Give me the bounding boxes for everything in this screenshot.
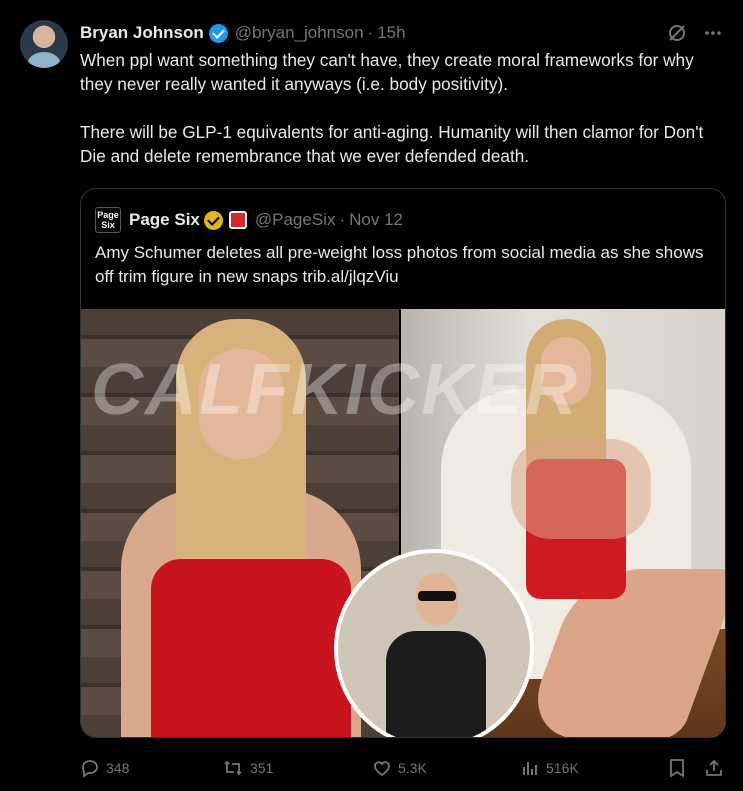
avatar-text-1: Page bbox=[97, 210, 119, 220]
action-bar: 348 351 5.3K 516K bbox=[80, 756, 726, 780]
avatar-text-2: Six bbox=[101, 220, 115, 230]
figure-right-arms bbox=[511, 439, 651, 539]
views-count: 516K bbox=[546, 760, 579, 776]
bookmark-button[interactable] bbox=[668, 756, 686, 780]
share-button[interactable] bbox=[704, 756, 724, 780]
bookmark-icon bbox=[668, 758, 686, 778]
views-button[interactable]: 516K bbox=[520, 756, 579, 780]
repost-count: 351 bbox=[250, 760, 274, 776]
quoted-time[interactable]: Nov 12 bbox=[349, 210, 403, 230]
tweet-time[interactable]: 15h bbox=[377, 23, 405, 43]
share-icon bbox=[704, 758, 724, 778]
figure-left-dress bbox=[151, 559, 351, 737]
reply-count: 348 bbox=[106, 760, 130, 776]
verified-badge-icon bbox=[208, 23, 228, 43]
quoted-media-image[interactable]: CALFKICKER bbox=[81, 309, 725, 737]
reply-icon bbox=[80, 758, 100, 778]
watermark: CALFKICKER bbox=[91, 350, 579, 430]
reply-button[interactable]: 348 bbox=[80, 756, 129, 780]
more-options-icon[interactable] bbox=[703, 23, 723, 43]
like-button[interactable]: 5.3K bbox=[372, 756, 427, 780]
tweet-paragraph-1: When ppl want something they can't have,… bbox=[80, 50, 694, 94]
separator: · bbox=[339, 210, 346, 229]
inset-sunglasses bbox=[418, 591, 456, 601]
affiliate-badge-icon bbox=[228, 211, 247, 229]
separator: · bbox=[367, 23, 374, 42]
page-six-avatar[interactable]: Page Six bbox=[95, 207, 121, 233]
tweet-header: Bryan Johnson @bryan_johnson · 15h bbox=[80, 22, 723, 44]
views-icon bbox=[520, 758, 540, 778]
author-name[interactable]: Bryan Johnson bbox=[80, 23, 204, 43]
quoted-tweet-header: Page Six Page Six @PageSix · Nov 12 bbox=[95, 207, 403, 233]
grok-icon[interactable] bbox=[667, 23, 687, 43]
inset-corset bbox=[386, 631, 486, 737]
repost-icon bbox=[222, 758, 244, 778]
author-avatar[interactable] bbox=[20, 20, 68, 68]
quoted-tweet-text: Amy Schumer deletes all pre-weight loss … bbox=[95, 243, 704, 286]
quoted-author-handle[interactable]: @PageSix bbox=[255, 210, 336, 230]
like-count: 5.3K bbox=[398, 760, 427, 776]
quoted-author-name[interactable]: Page Six bbox=[129, 210, 200, 230]
repost-button[interactable]: 351 bbox=[222, 756, 273, 780]
author-handle[interactable]: @bryan_johnson bbox=[235, 23, 364, 43]
heart-icon bbox=[372, 758, 392, 778]
tweet-paragraph-2: There will be GLP-1 equivalents for anti… bbox=[80, 122, 704, 166]
tweet-text: When ppl want something they can't have,… bbox=[80, 48, 720, 192]
inset-photo bbox=[334, 549, 534, 737]
gold-verified-badge-icon bbox=[203, 210, 223, 230]
quoted-tweet[interactable]: Page Six Page Six @PageSix · Nov 12 Amy … bbox=[80, 188, 726, 738]
